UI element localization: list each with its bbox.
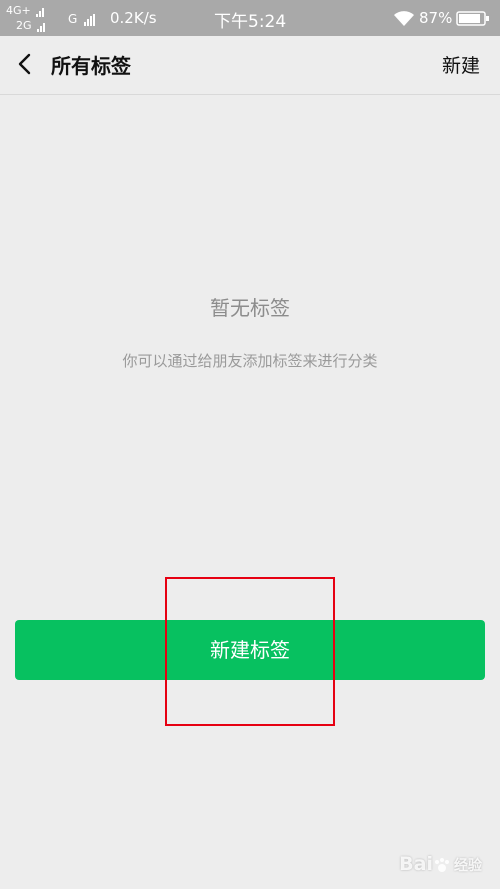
nav-bar: 所有标签 新建 [0,36,500,95]
status-time: 下午5:24 [214,12,287,32]
empty-state-description: 你可以通过给朋友添加标签来进行分类 [122,352,378,370]
network-type-2g: 2G [16,19,32,32]
paw-icon [435,857,449,872]
watermark-text: Bai [399,853,433,875]
network-indicator: 4G+ 2G [6,2,62,34]
battery-percentage: 87% [419,9,453,27]
wifi-icon [394,11,414,26]
status-bar: 4G+ 2G G 0.2K/s 下午5:24 87% [0,0,500,36]
signal-icon [84,12,96,26]
network-type-4g: 4G+ [6,4,31,17]
signal-icon [37,20,46,32]
battery-icon [456,11,489,26]
page-title: 所有标签 [51,54,131,78]
network-type-g: G [68,12,78,26]
network-speed: 0.2K/s [110,9,157,27]
empty-state-title: 暂无标签 [210,296,290,320]
watermark-suffix: 经验 [454,858,482,874]
new-tag-button[interactable]: 新建标签 [15,620,485,680]
new-button[interactable]: 新建 [442,51,480,78]
back-arrow-icon[interactable] [10,50,38,78]
signal-icon [36,5,45,17]
secondary-network: G [68,12,96,26]
baidu-watermark: Bai 经验 [399,853,482,875]
